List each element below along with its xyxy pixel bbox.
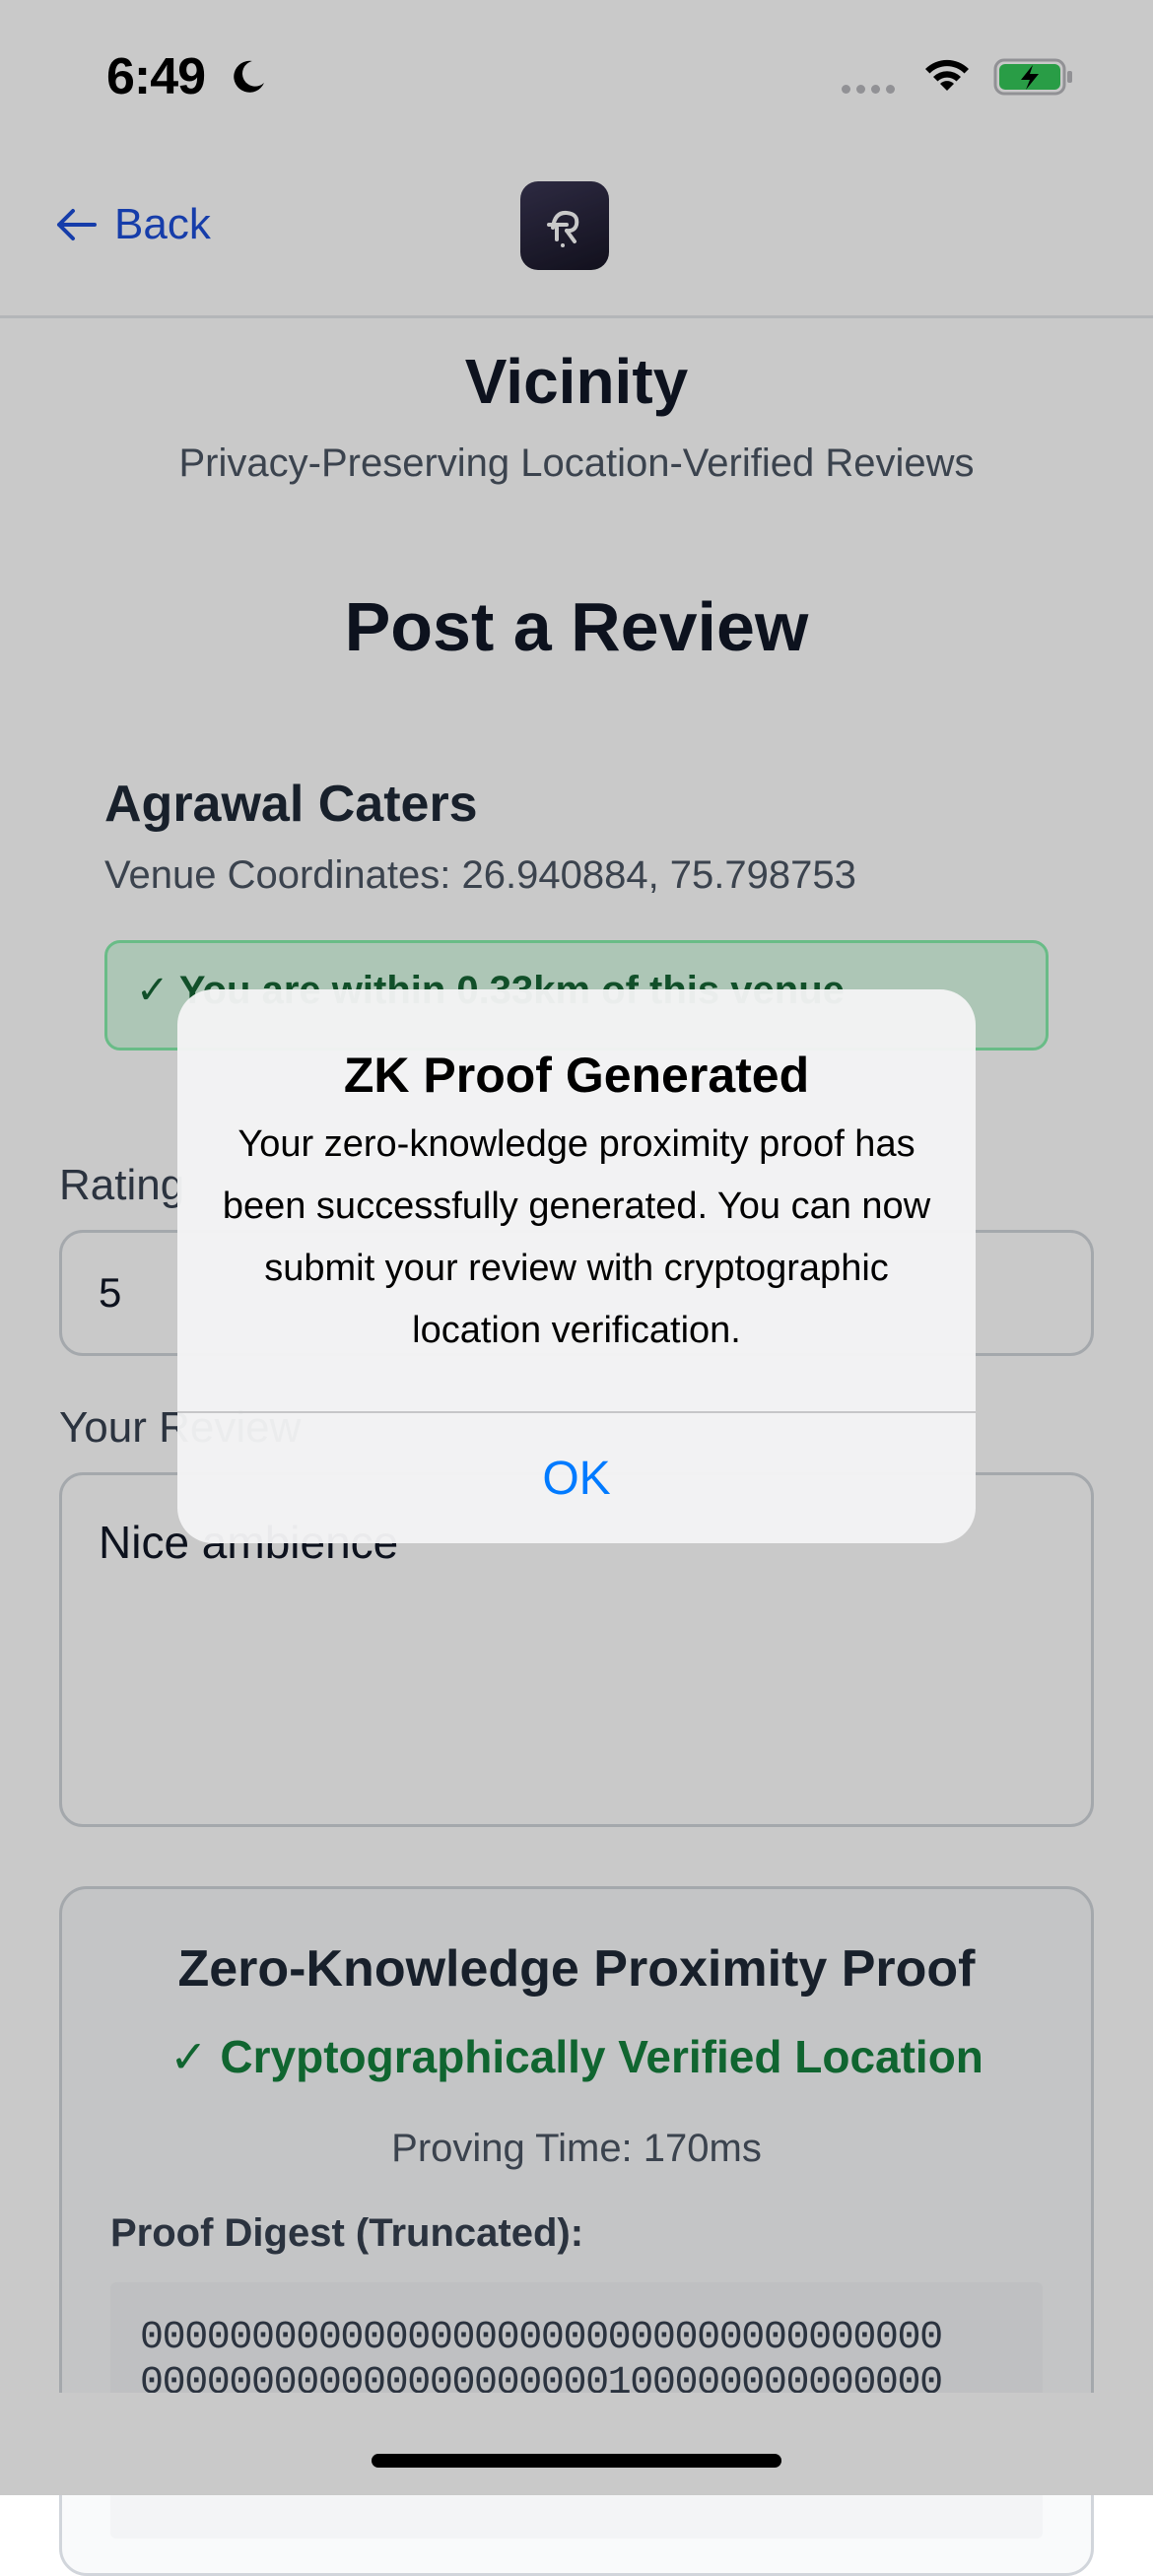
alert-ok-button[interactable]: OK [177, 1413, 976, 1543]
alert-title: ZK Proof Generated [343, 1048, 810, 1103]
home-indicator[interactable] [372, 2454, 781, 2468]
alert-message: Your zero-knowledge proximity proof has … [222, 1123, 931, 1351]
